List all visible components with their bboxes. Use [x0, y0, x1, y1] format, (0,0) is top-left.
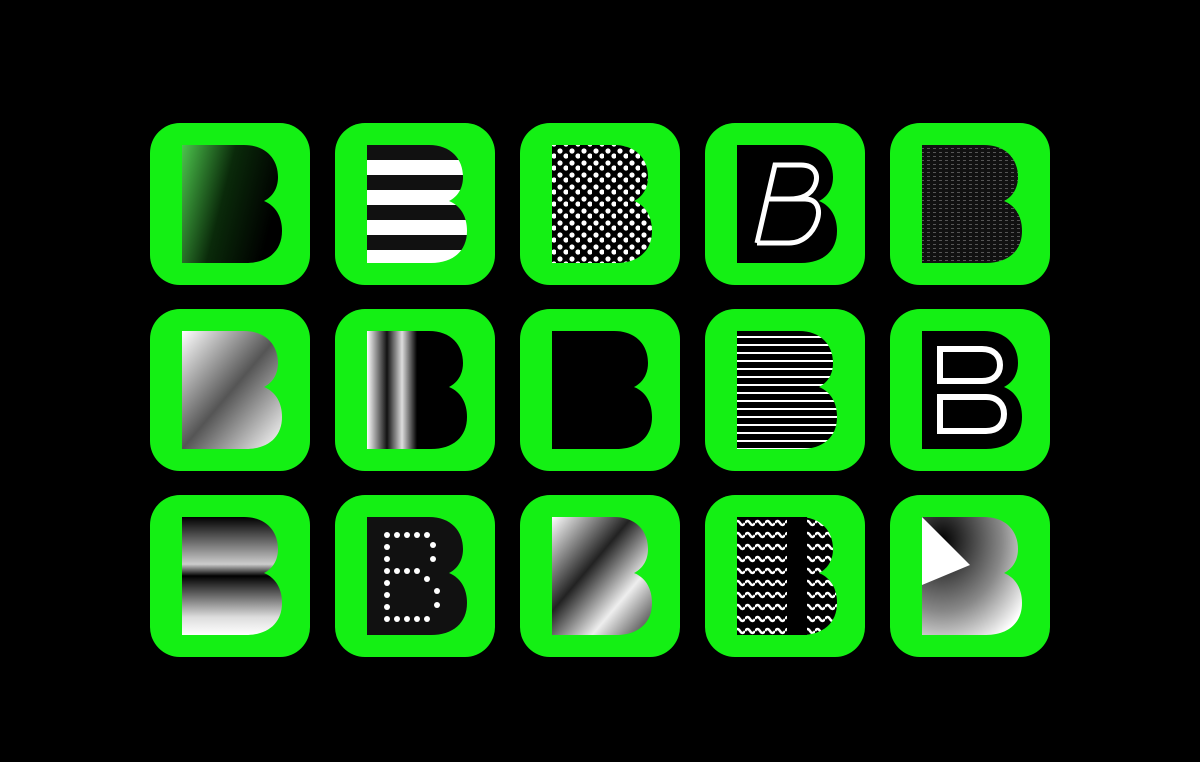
letter-b-shape — [552, 145, 652, 263]
letter-b-icon — [150, 309, 310, 471]
letter-b-shape — [552, 331, 652, 449]
letter-b-tile-isometric-3d — [150, 309, 310, 471]
letter-b-shape — [182, 331, 282, 449]
letter-b-shape — [182, 145, 282, 263]
letter-b-icon — [520, 495, 680, 657]
letter-b-tile-metallic-outline — [520, 495, 680, 657]
letter-b-icon — [335, 123, 495, 285]
letter-b-tile-concentric-lines — [705, 309, 865, 471]
letter-b-shape — [922, 145, 1022, 263]
letter-b-tile-horizontal-stripes — [335, 123, 495, 285]
letter-b-shape — [182, 517, 282, 635]
letter-b-tile-solid-black — [520, 309, 680, 471]
letter-b-icon — [705, 495, 865, 657]
letter-b-icon — [890, 123, 1050, 285]
letter-b-tile-marquee-dots — [335, 495, 495, 657]
letter-b-tile-wavy-lines — [705, 495, 865, 657]
letter-b-icon — [705, 309, 865, 471]
letter-b-shape — [737, 331, 837, 449]
letter-b-icon — [890, 495, 1050, 657]
letter-b-icon — [335, 309, 495, 471]
letter-b-shape — [367, 145, 467, 263]
letter-b-tile-outlined-d — [890, 309, 1050, 471]
letter-b-tile-vertical-light — [335, 309, 495, 471]
letter-b-icon — [335, 495, 495, 657]
letter-b-tile-chrome-horizontal — [150, 495, 310, 657]
letter-b-shape — [367, 331, 467, 449]
letter-b-shape — [552, 517, 652, 635]
letter-b-icon — [150, 495, 310, 657]
letter-b-icon — [890, 309, 1050, 471]
letter-b-icon — [150, 123, 310, 285]
letter-b-tile-polka-dots — [520, 123, 680, 285]
letter-b-tile-noise-texture — [890, 123, 1050, 285]
letter-b-tile-green-gradient — [150, 123, 310, 285]
letter-b-tile-italic-outline — [705, 123, 865, 285]
letter-b-icon — [705, 123, 865, 285]
letter-b-tile-radial-fold — [890, 495, 1050, 657]
letter-b-icon — [520, 309, 680, 471]
letter-b-icon — [520, 123, 680, 285]
letter-b-tile-grid — [150, 123, 1050, 657]
